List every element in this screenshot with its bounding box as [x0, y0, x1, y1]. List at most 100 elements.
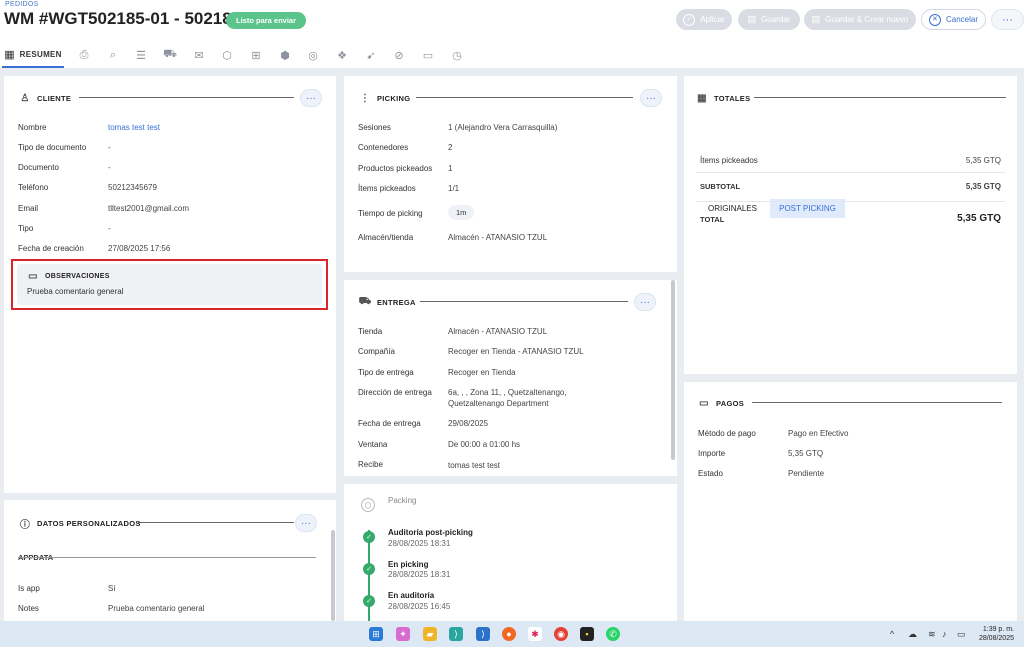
picking-label: Tiempo de picking	[358, 209, 423, 218]
chevron-up-icon[interactable]: ^	[890, 629, 894, 639]
sticky-notes-icon[interactable]: ▪	[580, 627, 594, 641]
tab-history[interactable]: ◷	[447, 42, 467, 68]
cliente-label: Email	[18, 204, 39, 213]
tab-dispatch[interactable]: ➹	[361, 42, 381, 68]
tab-package[interactable]: ⬡	[217, 42, 237, 68]
cliente-name-link[interactable]: tomas test test	[108, 123, 160, 132]
scooter-icon: ⛟	[358, 295, 372, 307]
items-label: Ítems pickeados	[700, 156, 758, 165]
subtotal-label: SUBTOTAL	[700, 182, 741, 191]
scrollbar[interactable]	[331, 530, 335, 621]
wifi-icon[interactable]: ≋	[928, 629, 936, 640]
entrega-value: 29/08/2025	[448, 419, 489, 428]
pagos-header: ▭ PAGOS	[698, 397, 744, 409]
entrega-value: Recoger en Tienda	[448, 368, 516, 377]
tab-delivery[interactable]: ⛟	[160, 42, 180, 68]
picking-value: Almacén - ATANASIO TZUL	[448, 233, 548, 242]
pagos-card: ▭ PAGOS Método de pago Pago en Efectivo I…	[684, 382, 1017, 621]
datos-header: ⓘ DATOS PERSONALIZADOS	[19, 517, 141, 531]
tab-list[interactable]: ☰	[131, 42, 151, 68]
battery-icon[interactable]: ▭	[957, 629, 966, 640]
cliente-label: Nombre	[18, 123, 47, 132]
system-clock[interactable]: 1:39 p. m. 28/08/2025	[979, 625, 1014, 643]
pagos-value: 5,35 GTQ	[788, 449, 824, 458]
entrega-label: Ventana	[358, 440, 388, 449]
cloud-icon[interactable]: ☁	[908, 629, 917, 640]
more-actions-button[interactable]: ···	[991, 9, 1024, 30]
apply-label: Aplicar	[700, 15, 725, 24]
comment-icon: ▭	[28, 270, 38, 282]
entrega-label: Tipo de entrega	[358, 368, 414, 377]
info-icon: ⓘ	[19, 519, 31, 531]
tab-mail[interactable]: ✉	[189, 42, 209, 68]
chrome-icon[interactable]: ◉	[554, 627, 568, 641]
cliente-label: Fecha de creación	[18, 244, 84, 253]
cliente-more-button[interactable]: ···	[300, 89, 322, 107]
pagos-label: Estado	[698, 469, 723, 478]
comment-icon: ▭	[422, 49, 434, 62]
entrega-value: tomas test test	[448, 461, 501, 470]
totales-header: ▦ TOTALES	[696, 92, 750, 104]
totales-card: ▦ TOTALES ORIGINALES POST PICKING Ítems p…	[684, 76, 1017, 374]
picking-more-button[interactable]: ···	[640, 89, 662, 107]
observaciones-box: ▭ OBSERVACIONES Prueba comentario general	[11, 259, 328, 310]
tab-box-move[interactable]: ⬢	[275, 42, 295, 68]
save-and-new-button[interactable]: ▤ Guardar & Crear nuevo	[804, 9, 916, 30]
save-label: Guardar	[761, 15, 791, 24]
cliente-label: Documento	[18, 163, 59, 172]
tab-payment[interactable]: ◎	[303, 42, 323, 68]
divider	[138, 522, 294, 523]
cubes-icon: ❖	[337, 49, 347, 62]
timeline-line	[368, 530, 370, 621]
volume-icon[interactable]: ♪	[942, 629, 947, 639]
apply-button[interactable]: ✓ Aplicar	[676, 9, 732, 30]
clock-time: 1:39 p. m.	[982, 626, 1014, 633]
windows-start-icon[interactable]: ⊞	[369, 627, 383, 641]
cancel-button[interactable]: ✕ Cancelar	[921, 9, 986, 30]
cliente-value: -	[108, 224, 111, 233]
observaciones-header: ▭ OBSERVACIONES	[27, 270, 110, 282]
close-icon: ✕	[928, 13, 941, 26]
datos-value: Sí	[108, 584, 116, 593]
picking-label: Almacén/tienda	[358, 233, 414, 242]
page-title: WM #WGT502185-01 - 502185	[4, 9, 242, 28]
picking-card: ⋮ PICKING ··· Sesiones 1 (Alejandro Vera …	[344, 76, 677, 272]
scrollbar[interactable]	[671, 280, 675, 460]
copilot-icon[interactable]: ✦	[396, 627, 410, 641]
tab-boxes[interactable]: ⊞	[246, 42, 266, 68]
tab-comments[interactable]: ▭	[418, 42, 438, 68]
pagos-value: Pago en Efectivo	[788, 429, 849, 438]
cliente-value: tlltest2001@gmail.com	[108, 204, 190, 213]
save-button[interactable]: ▤ Guardar	[738, 9, 800, 30]
tab-attachments[interactable]: ⊘	[389, 42, 409, 68]
whatsapp-icon[interactable]: ✆	[606, 627, 620, 641]
print-icon: ⎙	[79, 48, 89, 61]
cliente-label: Teléfono	[18, 183, 49, 192]
totales-title: TOTALES	[714, 93, 751, 103]
timeline-event-name: En auditoría	[388, 591, 435, 600]
dispatch-icon: ➹	[366, 49, 376, 62]
entrega-value: Almacén - ATANASIO TZUL	[448, 327, 548, 336]
divider	[420, 301, 628, 302]
observaciones-title: OBSERVACIONES	[45, 272, 110, 280]
packing-title: Packing	[388, 496, 417, 505]
datos-more-button[interactable]: ···	[295, 514, 317, 532]
tab-resumen[interactable]: ▦ RESUMEN	[2, 42, 64, 68]
picking-value: 1/1	[448, 184, 460, 193]
file-explorer-icon[interactable]: ▰	[423, 627, 437, 641]
vscode-icon[interactable]: ⟩	[476, 627, 490, 641]
vscode-insiders-icon[interactable]: ⟩	[449, 627, 463, 641]
postman-icon[interactable]: ●	[502, 627, 516, 641]
entrega-header: ⛟ ENTREGA	[359, 296, 416, 308]
breadcrumb[interactable]: PEDIDOS	[5, 1, 39, 8]
divider	[696, 172, 1005, 173]
tab-stock[interactable]: ❖	[332, 42, 352, 68]
timeline-event-date: 28/08/2025 16:45	[388, 602, 451, 611]
check-icon: ✓	[363, 595, 375, 607]
picking-label: Contenedores	[358, 143, 409, 152]
tab-print[interactable]: ⎙	[74, 42, 94, 68]
entrega-more-button[interactable]: ···	[634, 293, 656, 311]
pagos-title: PAGOS	[716, 398, 745, 408]
slack-icon[interactable]: ✱	[528, 627, 542, 641]
tab-search[interactable]: ⌕	[103, 42, 123, 68]
